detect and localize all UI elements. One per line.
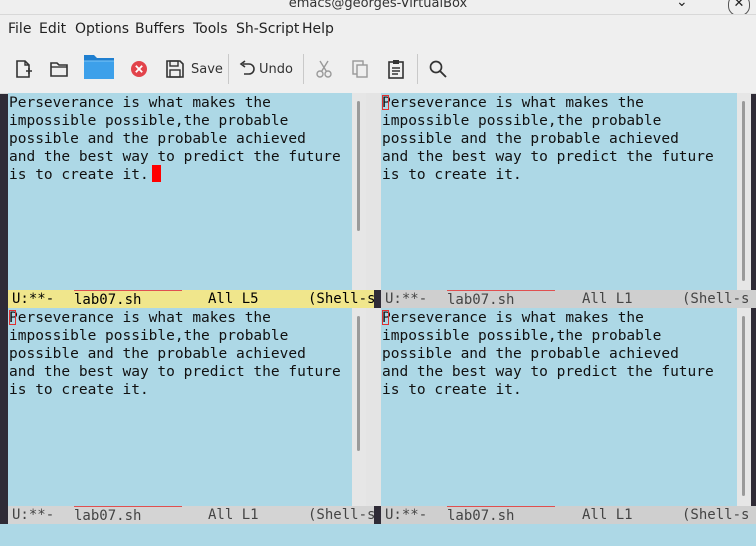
scrollbar-thumb[interactable] bbox=[357, 101, 360, 231]
new-file-icon bbox=[16, 60, 32, 78]
menu-options[interactable]: Options bbox=[75, 21, 129, 37]
buffer-text: Perseverance is what makes the impossibl… bbox=[9, 310, 341, 398]
mode-line[interactable]: U:**- lab07.sh All L5 (Shell-s bbox=[8, 290, 374, 308]
menu-buffers[interactable]: Buffers bbox=[135, 21, 185, 37]
undo-icon bbox=[239, 60, 255, 75]
search-button[interactable] bbox=[428, 56, 448, 82]
window-titlebar: emacs@georges-VirtualBox ⌄ ⌃ ✕ bbox=[0, 0, 756, 15]
scrollbar-thumb[interactable] bbox=[357, 316, 360, 451]
copy-button[interactable] bbox=[350, 56, 370, 82]
folder-outline-icon bbox=[50, 62, 68, 77]
text-cursor bbox=[9, 310, 16, 325]
mode-line[interactable]: U:**- lab07.sh All L1 (Shell-s bbox=[8, 506, 374, 524]
copy-icon bbox=[352, 60, 368, 78]
mode-line-buffer-name[interactable]: lab07.sh bbox=[74, 506, 182, 524]
mode-line-state: U:**- bbox=[385, 291, 428, 307]
menu-bar: File Edit Options Buffers Tools Sh-Scrip… bbox=[0, 15, 756, 44]
scrollbar-thumb[interactable] bbox=[742, 101, 745, 281]
mode-line[interactable]: U:**- lab07.sh All L1 (Shell-s bbox=[381, 506, 756, 524]
scrollbar[interactable] bbox=[737, 93, 751, 290]
cut-icon bbox=[316, 60, 332, 78]
folder-icon bbox=[84, 55, 114, 79]
new-file-button[interactable] bbox=[13, 56, 33, 82]
cut-button[interactable] bbox=[314, 56, 334, 82]
text-cursor bbox=[382, 310, 389, 325]
buffer-text: Perseverance is what makes the impossibl… bbox=[9, 95, 341, 183]
buffer-text: Perseverance is what makes the impossibl… bbox=[382, 95, 714, 183]
mode-line-buffer-name[interactable]: lab07.sh bbox=[447, 506, 555, 524]
close-circle-icon bbox=[131, 61, 147, 77]
mode-line-position: All L1 bbox=[582, 291, 633, 307]
menu-file[interactable]: File bbox=[8, 21, 31, 37]
undo-label: Undo bbox=[259, 61, 293, 77]
search-icon bbox=[429, 60, 447, 78]
toolbar-separator bbox=[303, 54, 304, 84]
scrollbar[interactable] bbox=[352, 308, 366, 506]
mode-line-state: U:**- bbox=[12, 291, 55, 307]
window-divider[interactable] bbox=[366, 93, 381, 290]
mode-line-buffer-name[interactable]: lab07.sh bbox=[74, 290, 182, 308]
scrollbar[interactable] bbox=[737, 308, 751, 506]
editor-pane-bottom-right[interactable]: Perseverance is what makes the impossibl… bbox=[381, 308, 737, 506]
mode-line-buffer-name[interactable]: lab07.sh bbox=[447, 290, 555, 308]
editor-pane-bottom-left[interactable]: Perseverance is what makes the impossibl… bbox=[8, 308, 352, 506]
mode-line-major-mode[interactable]: (Shell-s bbox=[308, 506, 374, 524]
undo-button[interactable]: Undo bbox=[238, 56, 293, 82]
scrollbar[interactable] bbox=[352, 93, 366, 290]
mode-line-major-mode[interactable]: (Shell-s bbox=[682, 506, 749, 524]
save-label: Save bbox=[191, 61, 223, 77]
close-window-icon[interactable]: ✕ bbox=[728, 0, 750, 14]
echo-area[interactable] bbox=[0, 524, 756, 546]
open-file-button[interactable] bbox=[83, 53, 115, 79]
window-title: emacs@georges-VirtualBox bbox=[288, 0, 468, 11]
text-cursor bbox=[382, 95, 389, 110]
mode-line-state: U:**- bbox=[12, 507, 55, 523]
mode-line-state: U:**- bbox=[385, 507, 428, 523]
buffer-text: Perseverance is what makes the impossibl… bbox=[382, 310, 714, 398]
menu-edit[interactable]: Edit bbox=[39, 21, 66, 37]
mode-line-position: All L1 bbox=[582, 507, 633, 523]
mode-line-major-mode[interactable]: (Shell-s bbox=[682, 290, 749, 308]
text-cursor bbox=[152, 165, 161, 182]
toolbar-separator bbox=[417, 54, 418, 84]
save-button[interactable]: Save bbox=[165, 56, 223, 82]
menu-sh-script[interactable]: Sh-Script bbox=[236, 21, 299, 37]
toolbar: Save Undo bbox=[0, 44, 756, 94]
paste-button[interactable] bbox=[386, 56, 406, 82]
open-directory-button[interactable] bbox=[49, 56, 69, 82]
editor-pane-top-left[interactable]: Perseverance is what makes the impossibl… bbox=[8, 93, 352, 290]
scrollbar-thumb[interactable] bbox=[742, 316, 745, 496]
mode-line-position: All L5 bbox=[208, 291, 259, 307]
menu-help[interactable]: Help bbox=[302, 21, 334, 37]
window-divider[interactable] bbox=[366, 308, 381, 506]
minimize-icon[interactable]: ⌄ bbox=[676, 0, 688, 9]
paste-icon bbox=[388, 60, 404, 79]
mode-line[interactable]: U:**- lab07.sh All L1 (Shell-s bbox=[381, 290, 756, 308]
mode-line-major-mode[interactable]: (Shell-s bbox=[308, 290, 374, 308]
toolbar-separator bbox=[228, 54, 229, 84]
save-icon bbox=[166, 60, 184, 78]
close-buffer-button[interactable] bbox=[129, 56, 149, 82]
maximize-icon[interactable]: ⌃ bbox=[702, 0, 714, 9]
menu-tools[interactable]: Tools bbox=[193, 21, 228, 37]
mode-line-position: All L1 bbox=[208, 507, 259, 523]
editor-pane-top-right[interactable]: Perseverance is what makes the impossibl… bbox=[381, 93, 737, 290]
